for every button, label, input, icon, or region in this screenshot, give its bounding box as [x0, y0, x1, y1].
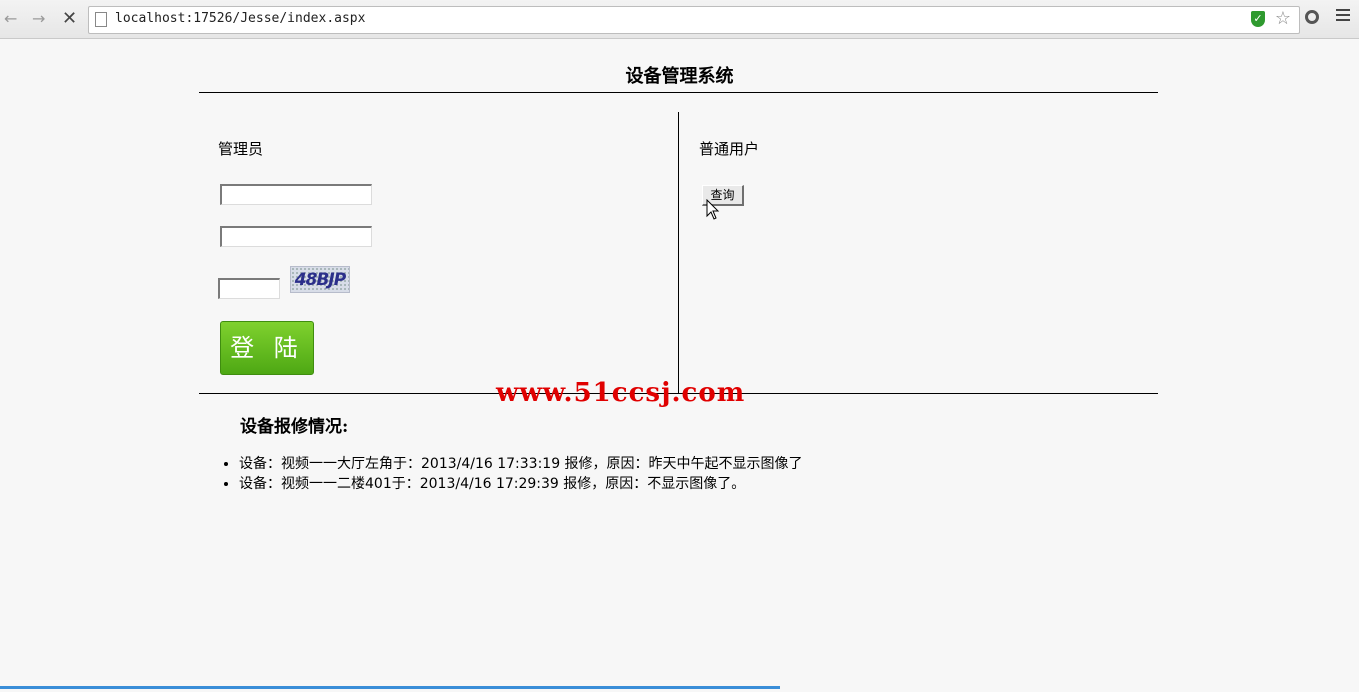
mouse-cursor-icon	[706, 199, 720, 220]
browser-toolbar: ← → ✕ localhost:17526/Jesse/index.aspx ✓…	[0, 0, 1359, 39]
watermark: www.51ccsj.com	[496, 378, 746, 408]
username-input[interactable]	[220, 184, 372, 205]
star-icon[interactable]: ☆	[1275, 8, 1291, 29]
password-input[interactable]	[220, 226, 372, 247]
captcha-input[interactable]	[218, 278, 280, 299]
list-item: 设备：视频一一二楼401于：2013/4/16 17:29:39 报修，原因：不…	[239, 474, 803, 494]
page-icon	[95, 12, 107, 27]
repairs-title: 设备报修情况:	[240, 417, 349, 437]
loading-progress-bar	[0, 686, 780, 689]
top-divider	[199, 92, 1158, 93]
vertical-divider	[678, 112, 679, 394]
login-button[interactable]: 登 陆	[220, 321, 314, 375]
shield-icon[interactable]: ✓	[1251, 11, 1265, 27]
repairs-list: 设备：视频一一大厅左角于：2013/4/16 17:33:19 报修，原因：昨天…	[221, 454, 803, 494]
menu-icon[interactable]	[1336, 9, 1350, 24]
user-label: 普通用户	[699, 140, 760, 158]
admin-label: 管理员	[218, 140, 264, 158]
page-title: 设备管理系统	[625, 66, 734, 87]
captcha-image[interactable]: 48BJP	[290, 266, 350, 293]
url-text[interactable]: localhost:17526/Jesse/index.aspx	[115, 11, 365, 26]
extension-icon[interactable]	[1305, 10, 1319, 24]
address-bar[interactable]: localhost:17526/Jesse/index.aspx ✓ ☆	[88, 6, 1300, 34]
stop-icon[interactable]: ✕	[62, 8, 77, 30]
list-item: 设备：视频一一大厅左角于：2013/4/16 17:33:19 报修，原因：昨天…	[239, 454, 803, 474]
forward-icon[interactable]: →	[32, 8, 45, 30]
back-icon[interactable]: ←	[4, 8, 17, 30]
